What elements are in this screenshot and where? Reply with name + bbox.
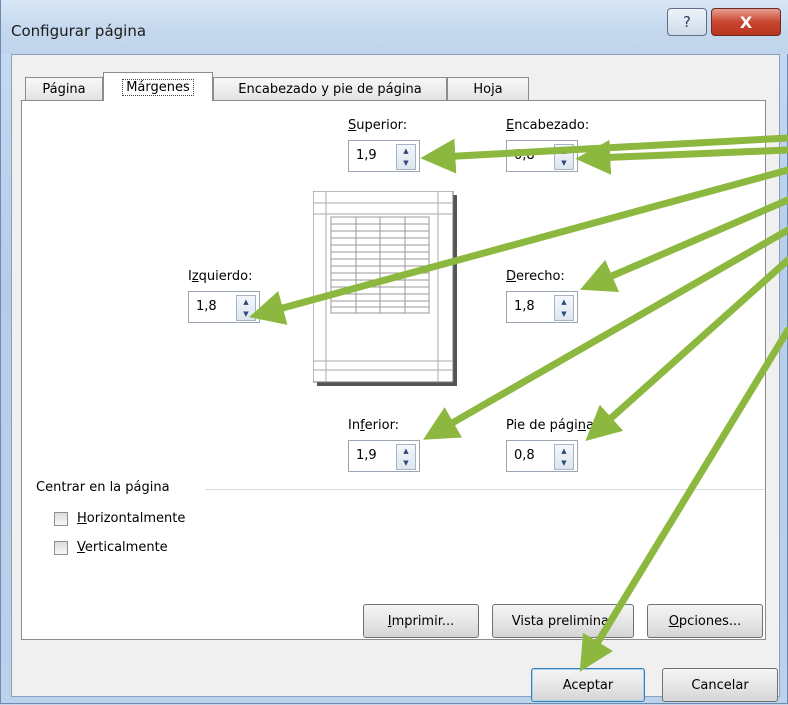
opciones-label: Opciones...	[668, 613, 742, 629]
tab-label: Hoja	[473, 81, 503, 97]
tab-label: Página	[42, 81, 86, 97]
pie-value: 0,8	[514, 448, 535, 463]
spin-up-icon[interactable]: ▲	[561, 298, 566, 306]
encabezado-label: Encabezado:	[506, 118, 590, 133]
izquierdo-value: 1,8	[196, 299, 217, 314]
inferior-spinner[interactable]: 1,9 ▲ ▼	[348, 440, 420, 472]
section-divider	[205, 489, 765, 490]
spin-down-icon[interactable]: ▼	[561, 159, 566, 167]
spin-buttons[interactable]: ▲ ▼	[554, 144, 574, 170]
vista-label: Vista preliminar	[511, 613, 615, 629]
tab-label: Encabezado y pie de página	[238, 81, 422, 97]
aceptar-label: Aceptar	[562, 677, 614, 693]
spin-up-icon[interactable]: ▲	[403, 147, 408, 155]
superior-label: Superior:	[348, 118, 408, 133]
spin-down-icon[interactable]: ▼	[561, 459, 566, 467]
window-title: Configurar página	[11, 22, 147, 40]
spin-down-icon[interactable]: ▼	[243, 310, 248, 318]
inferior-label: Inferior:	[348, 418, 400, 433]
help-icon: ?	[683, 13, 691, 31]
spin-buttons[interactable]: ▲ ▼	[396, 144, 416, 170]
horizontal-label: Horizontalmente	[77, 511, 186, 526]
spin-up-icon[interactable]: ▲	[243, 298, 248, 306]
pie-label: Pie de página:	[506, 418, 599, 433]
derecho-label: Derecho:	[506, 269, 565, 284]
title-bar[interactable]: Configurar página ? X	[1, 0, 788, 54]
horizontal-checkbox-row[interactable]: Horizontalmente	[54, 511, 185, 526]
spin-down-icon[interactable]: ▼	[561, 310, 566, 318]
vertical-label: Verticalmente	[77, 540, 168, 555]
spin-up-icon[interactable]: ▲	[403, 447, 408, 455]
superior-spinner[interactable]: 1,9 ▲ ▼	[348, 140, 420, 172]
superior-value: 1,9	[356, 148, 377, 163]
horizontal-checkbox[interactable]	[54, 511, 68, 526]
cancelar-button[interactable]: Cancelar	[662, 668, 778, 702]
vertical-checkbox[interactable]	[54, 540, 68, 555]
tab-encabezado-pie[interactable]: Encabezado y pie de página	[213, 77, 447, 100]
tab-hoja[interactable]: Hoja	[447, 77, 529, 100]
spin-buttons[interactable]: ▲ ▼	[396, 444, 416, 470]
derecho-spinner[interactable]: 1,8 ▲ ▼	[506, 291, 578, 323]
encabezado-value: 0,8	[514, 148, 535, 163]
izquierdo-label: Izquierdo:	[188, 269, 253, 284]
vista-preliminar-button[interactable]: Vista preliminar	[492, 604, 634, 638]
derecho-value: 1,8	[514, 299, 535, 314]
tab-label: Márgenes	[122, 78, 194, 96]
opciones-button[interactable]: Opciones...	[647, 604, 763, 638]
spin-buttons[interactable]: ▲ ▼	[554, 444, 574, 470]
help-button[interactable]: ?	[667, 8, 707, 36]
vertical-checkbox-row[interactable]: Verticalmente	[54, 540, 168, 555]
aceptar-button[interactable]: Aceptar	[531, 668, 645, 702]
tab-pagina[interactable]: Página	[25, 77, 103, 100]
spin-buttons[interactable]: ▲ ▼	[554, 295, 574, 321]
imprimir-label: Imprimir...	[387, 613, 455, 629]
close-button[interactable]: X	[711, 8, 781, 36]
encabezado-spinner[interactable]: 0,8 ▲ ▼	[506, 140, 578, 172]
spin-up-icon[interactable]: ▲	[561, 147, 566, 155]
inferior-value: 1,9	[356, 448, 377, 463]
cancelar-label: Cancelar	[691, 677, 749, 693]
page-preview	[313, 191, 457, 386]
dialog-window: Configurar página ? X Página Márgenes En…	[0, 0, 788, 704]
izquierdo-spinner[interactable]: 1,8 ▲ ▼	[188, 291, 260, 323]
center-section-label: Centrar en la página	[36, 480, 170, 495]
pie-spinner[interactable]: 0,8 ▲ ▼	[506, 440, 578, 472]
spin-down-icon[interactable]: ▼	[403, 159, 408, 167]
spin-down-icon[interactable]: ▼	[403, 459, 408, 467]
close-icon: X	[739, 12, 753, 32]
imprimir-button[interactable]: Imprimir...	[363, 604, 479, 638]
spin-buttons[interactable]: ▲ ▼	[236, 295, 256, 321]
spin-up-icon[interactable]: ▲	[561, 447, 566, 455]
tab-margenes[interactable]: Márgenes	[103, 72, 213, 101]
